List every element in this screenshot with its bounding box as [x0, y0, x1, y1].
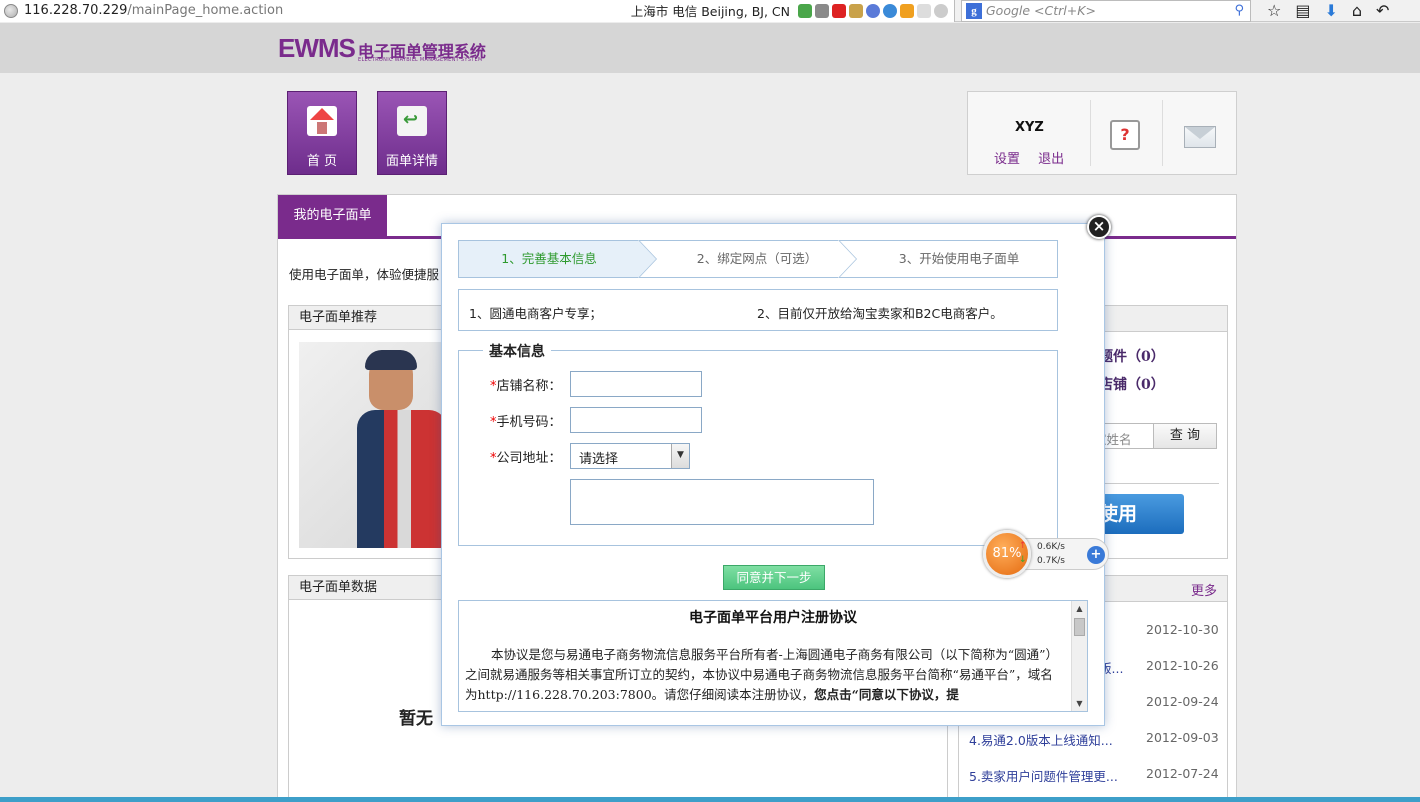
- news-title: 4.易通2.0版本上线通知...: [969, 733, 1113, 748]
- star-icon[interactable]: ☆: [1267, 1, 1281, 20]
- query-button[interactable]: 查 询: [1153, 423, 1217, 449]
- intro-text: 使用电子面单，体验便捷服: [289, 267, 440, 282]
- basic-info-section: 基本信息 *店铺名称： *手机号码： *公司地址： 请选择 ▼: [458, 341, 1058, 546]
- upload-arrow-icon: ↑: [1019, 541, 1027, 551]
- logo-subtitle: ELECTRONIC WAYBILL MANAGEMENT SYSTEM: [358, 57, 483, 63]
- address-detail-input[interactable]: [570, 479, 874, 525]
- shield-icon[interactable]: [798, 3, 812, 18]
- register-dialog: 1、完善基本信息 2、绑定网点（可选） 3、开始使用电子面单 1、圆通电商客户专…: [441, 223, 1105, 726]
- swirl-icon[interactable]: [883, 3, 897, 18]
- help-bag-icon[interactable]: ?: [1110, 120, 1140, 150]
- news-title: 5.卖家用户问题件管理更...: [969, 769, 1118, 784]
- china-flag-icon[interactable]: [832, 3, 846, 18]
- download-icon[interactable]: ⬇: [1324, 1, 1337, 20]
- step-2: 2、绑定网点（可选）: [696, 251, 818, 266]
- taskbar: [0, 797, 1420, 802]
- scroll-down-icon[interactable]: ▼: [1072, 696, 1087, 711]
- geo-location: 上海市 电信 Beijing, BJ, CN: [630, 4, 790, 19]
- divider: [1162, 100, 1163, 166]
- search-icon[interactable]: ⚲: [1234, 3, 1244, 18]
- bookmarks-icon[interactable]: ▤: [1295, 1, 1310, 20]
- nav-home-label: 首 页: [306, 154, 338, 169]
- address-bar[interactable]: 116.228.70.229 /mainPage_home.action 上海市…: [0, 0, 955, 22]
- scroll-thumb[interactable]: [1074, 618, 1085, 636]
- logo-mark: EWMS: [278, 33, 356, 63]
- news-date: 2012-10-26: [1146, 658, 1219, 673]
- search-placeholder: Google <Ctrl+K>: [986, 3, 1096, 18]
- settings-link[interactable]: 设置: [994, 152, 1020, 167]
- step-indicator: 1、完善基本信息 2、绑定网点（可选） 3、开始使用电子面单: [458, 240, 1058, 278]
- mail-icon[interactable]: [1184, 126, 1216, 148]
- divider: [1089, 483, 1219, 484]
- courier-photo: [299, 342, 449, 548]
- w-icon[interactable]: [866, 3, 880, 18]
- logo[interactable]: EWMS 电子面单管理系统 ELECTRONIC WAYBILL MANAGEM…: [278, 33, 486, 63]
- phone-label: *手机号码：: [490, 415, 562, 430]
- address-label: *公司地址：: [490, 451, 562, 466]
- agreement-title: 电子面单平台用户注册协议: [689, 610, 857, 626]
- agreement-text: 本协议是您与易通电子商务物流信息服务平台所有者-上海圆通电子商务有限公司（以下简…: [465, 647, 1059, 702]
- qr-icon[interactable]: [815, 3, 829, 18]
- news-date: 2012-09-24: [1146, 694, 1219, 709]
- site-header: EWMS 电子面单管理系统 ELECTRONIC WAYBILL MANAGEM…: [0, 23, 1420, 73]
- download-arrow-icon: ↓: [1019, 555, 1027, 565]
- no-data-text: 暂无: [399, 709, 433, 729]
- extension-icons: [798, 3, 948, 18]
- download-speed: 0.7K/s: [1037, 556, 1065, 566]
- document-icon: [397, 106, 427, 136]
- address-select[interactable]: 请选择 ▼: [570, 443, 690, 469]
- home-icon[interactable]: ⌂: [1352, 1, 1362, 20]
- memory-percent[interactable]: 81%: [983, 530, 1031, 578]
- step-3: 3、开始使用电子面单: [898, 251, 1020, 266]
- step-1: 1、完善基本信息: [459, 241, 639, 277]
- shop-name-input[interactable]: [570, 371, 702, 397]
- tool-icon[interactable]: [849, 3, 863, 18]
- house-icon: [307, 106, 337, 136]
- notice-box: 1、圆通电商客户专享； 2、目前仅开放给淘宝卖家和B2C电商客户。: [458, 289, 1058, 331]
- section-legend: 基本信息: [483, 341, 551, 361]
- back-icon[interactable]: ↶: [1376, 1, 1389, 20]
- courier-figure: [357, 350, 447, 548]
- nav-home-button[interactable]: 首 页: [287, 91, 357, 175]
- agreement-scrollbar[interactable]: ▲ ▼: [1071, 601, 1087, 711]
- browser-toolbar: 116.228.70.229 /mainPage_home.action 上海市…: [0, 0, 1420, 22]
- agree-next-button[interactable]: 同意并下一步: [723, 565, 825, 590]
- url-path: /mainPage_home.action: [127, 3, 284, 18]
- user-panel: XYZ 设置 退出 ?: [967, 91, 1237, 175]
- news-date: 2012-07-24: [1146, 766, 1219, 781]
- google-icon[interactable]: g: [966, 2, 982, 19]
- shop-name-label: *店铺名称：: [490, 379, 562, 394]
- notice-2: 2、目前仅开放给淘宝卖家和B2C电商客户。: [757, 306, 1003, 321]
- close-icon[interactable]: ×: [1087, 215, 1111, 239]
- network-speed-widget[interactable]: 81% ↑ 0.6K/s ↓ 0.7K/s +: [983, 530, 1111, 578]
- nav-detail-button[interactable]: 面单详情: [377, 91, 447, 175]
- divider: [1090, 100, 1091, 166]
- nav-detail-label: 面单详情: [385, 154, 438, 169]
- search-bar[interactable]: g Google <Ctrl+K> ⚲: [961, 0, 1251, 22]
- agreement-box[interactable]: 电子面单平台用户注册协议 本协议是您与易通电子商务物流信息服务平台所有者-上海圆…: [458, 600, 1088, 712]
- url-host: 116.228.70.229: [24, 3, 128, 18]
- phone-input[interactable]: [570, 407, 702, 433]
- notice-1: 1、圆通电商客户专享；: [469, 306, 602, 321]
- globe-icon: [4, 3, 18, 18]
- dropdown-icon[interactable]: [917, 3, 931, 18]
- scroll-up-icon[interactable]: ▲: [1072, 601, 1087, 616]
- reload-icon[interactable]: [934, 3, 948, 18]
- news-date: 2012-09-03: [1146, 730, 1219, 745]
- browser-nav-icons: ☆ ▤ ⬇ ⌂ ↶: [1267, 1, 1389, 20]
- upload-speed: 0.6K/s: [1037, 542, 1065, 552]
- news-date: 2012-10-30: [1146, 622, 1219, 637]
- more-link[interactable]: 更多: [1191, 580, 1217, 599]
- address-select-value: 请选择: [579, 452, 619, 467]
- user-links: 设置 退出: [994, 148, 1078, 167]
- u-icon[interactable]: [900, 3, 914, 18]
- username: XYZ: [1015, 120, 1044, 135]
- logout-link[interactable]: 退出: [1038, 152, 1064, 167]
- tab-my-waybill[interactable]: 我的电子面单: [278, 195, 387, 236]
- chevron-down-icon[interactable]: ▼: [671, 444, 689, 468]
- plus-icon[interactable]: +: [1087, 546, 1105, 564]
